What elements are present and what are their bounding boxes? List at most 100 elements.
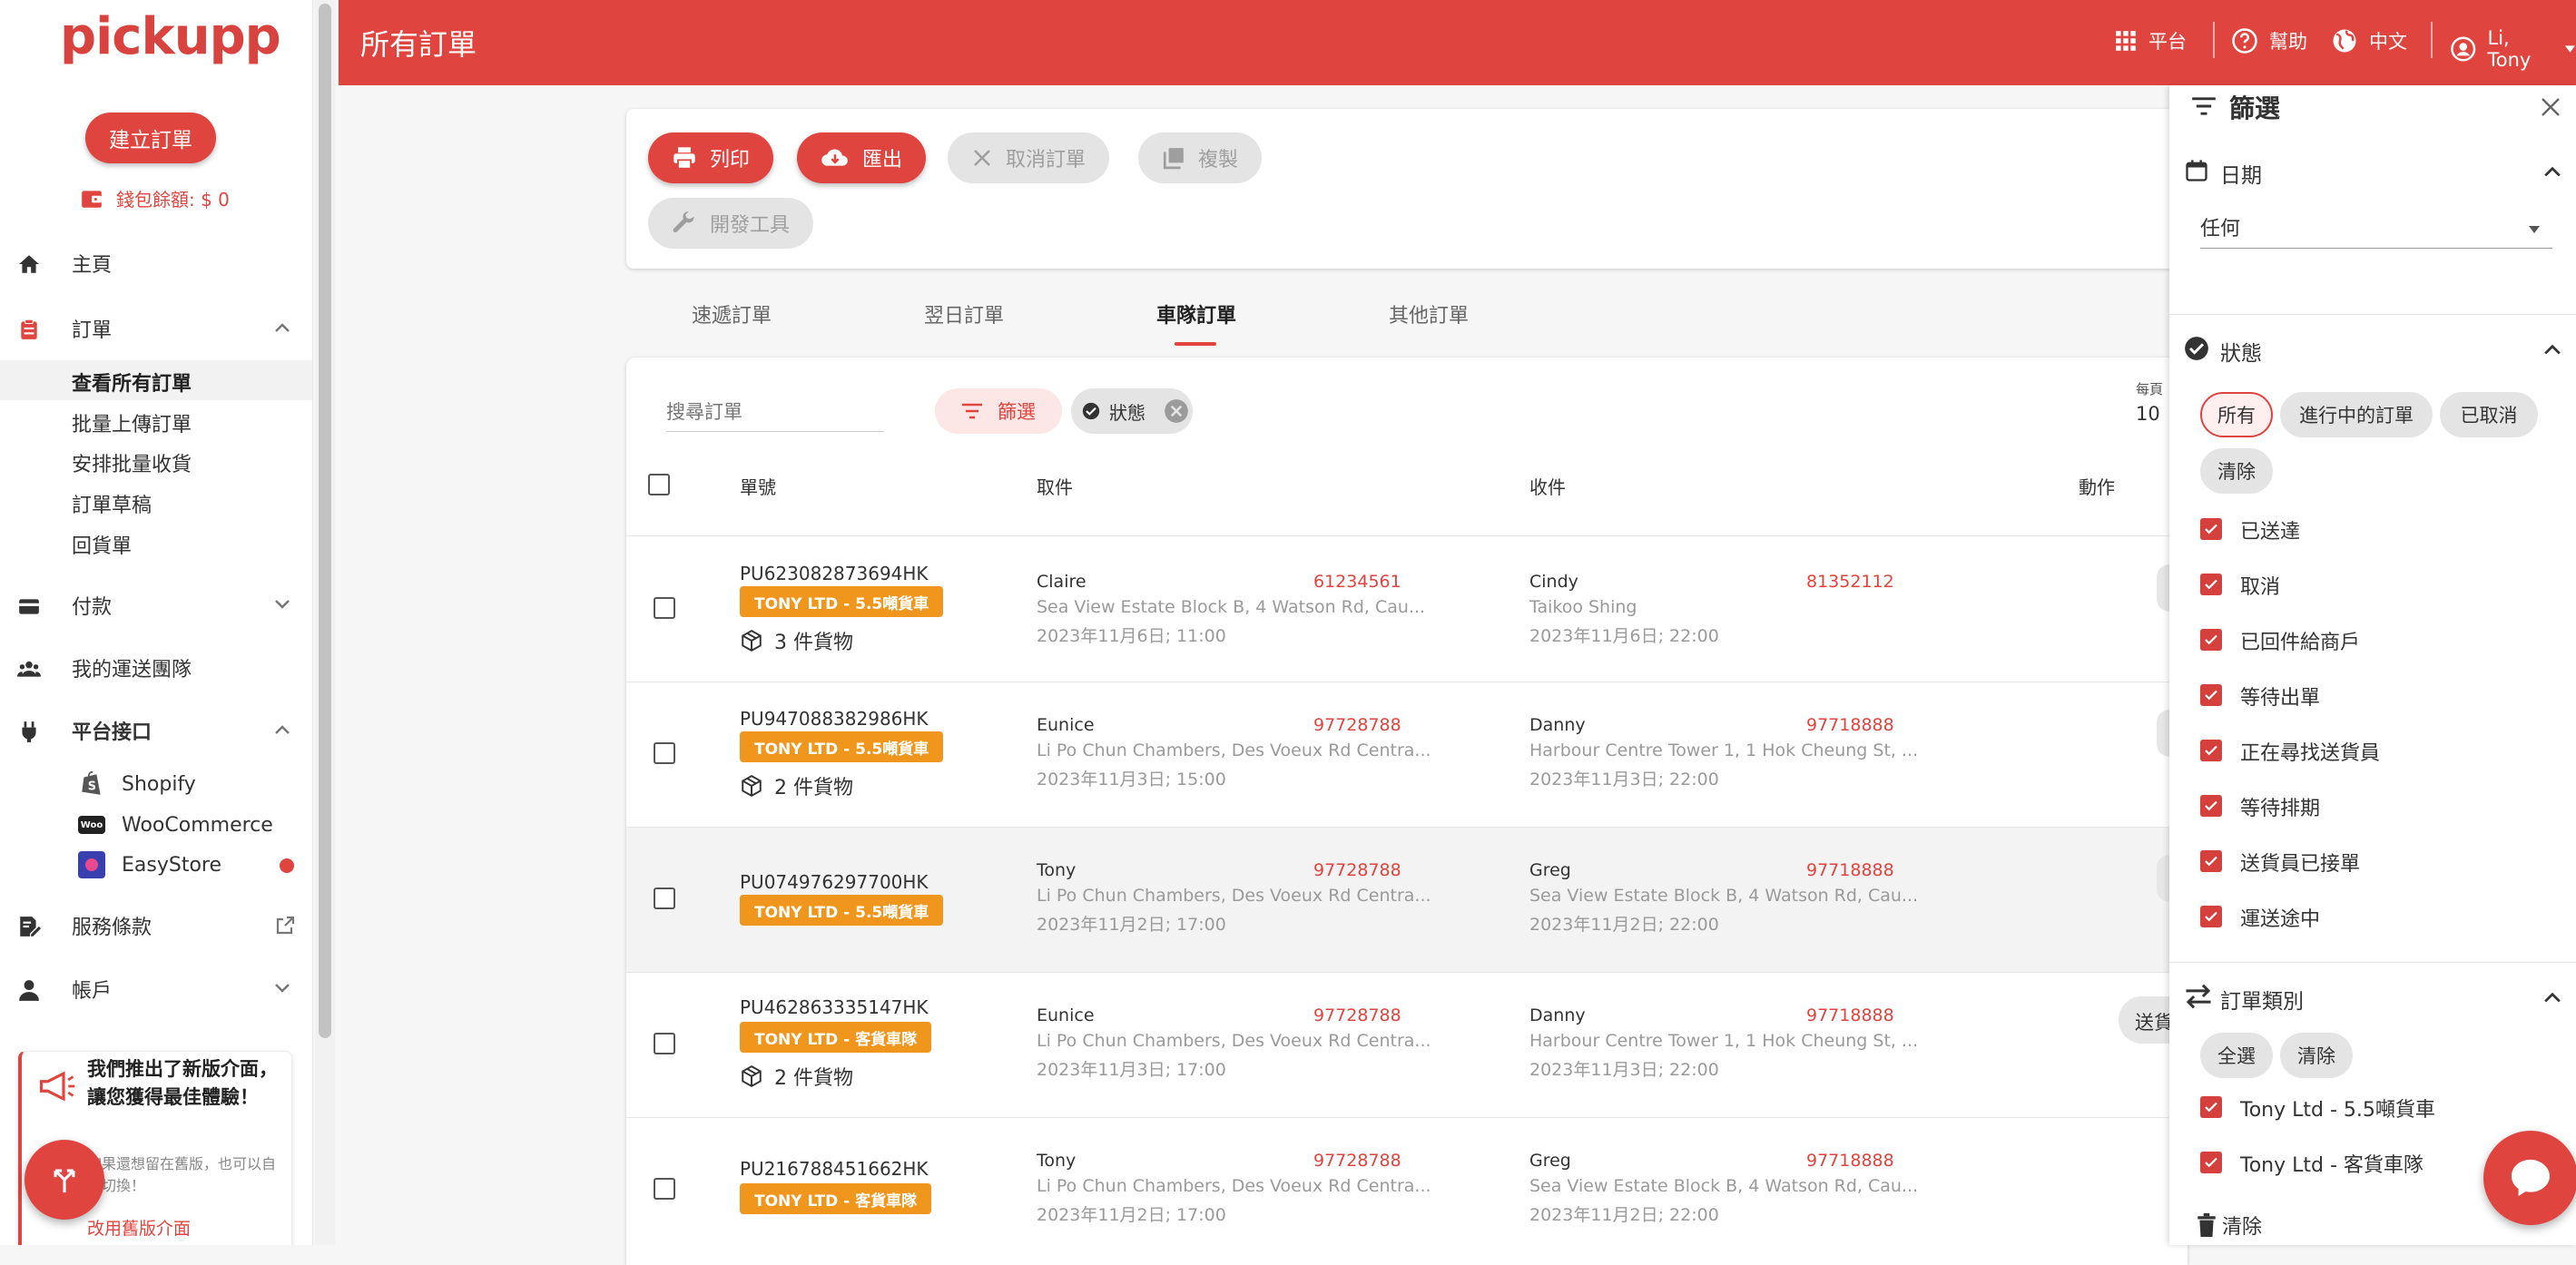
status-filter-chip[interactable]: 狀態 (1071, 388, 1193, 434)
order-id[interactable]: PU216788451662HK (740, 1158, 929, 1180)
status-label: 運送途中 (2240, 908, 2321, 931)
cancel-order-button[interactable]: 取消訂單 (948, 132, 1110, 183)
status-checkbox[interactable] (2200, 740, 2222, 761)
order-id[interactable]: PU947088382986HK (740, 708, 929, 730)
table-row[interactable]: PU623082873694HK TONY LTD - 5.5噸貨車 3 件貨物… (626, 537, 2169, 682)
home-icon (19, 255, 39, 273)
easystore-icon (78, 851, 105, 878)
row-checkbox[interactable] (654, 597, 675, 619)
package-icon (742, 775, 762, 797)
status-chip-in-progress[interactable]: 進行中的訂單 (2280, 392, 2433, 437)
status-checkbox[interactable] (2200, 850, 2222, 872)
pickup-name: Tony (1037, 860, 1077, 880)
check-icon (2205, 634, 2217, 645)
status-checkbox[interactable] (2200, 906, 2222, 927)
platform-label: 平台 (2148, 31, 2187, 53)
table-row[interactable]: PU216788451662HK TONY LTD - 客貨車隊 Tony 97… (626, 1118, 2169, 1263)
remove-chip-icon[interactable] (1164, 398, 1189, 424)
sidebar-sub-bulk-pickup[interactable]: 安排批量收貨 (72, 448, 192, 477)
row-checkbox[interactable] (654, 887, 675, 909)
order-id[interactable]: PU462863335147HK (740, 996, 929, 1018)
language-menu[interactable]: 中文 (2331, 27, 2407, 54)
filter-toggle-button[interactable]: 篩選 (935, 388, 1062, 434)
sidebar-sub-return-orders[interactable]: 回貨單 (72, 530, 132, 559)
chevron-up-icon[interactable] (2543, 991, 2561, 1004)
dropoff-time: 2023年11月3日; 22:00 (1529, 770, 1719, 789)
table-row[interactable]: PU947088382986HK TONY LTD - 5.5噸貨車 2 件貨物… (626, 682, 2169, 828)
clear-filters-button[interactable]: 清除 (2197, 1211, 2262, 1240)
pickup-name: Claire (1037, 572, 1086, 592)
check-circle-icon (1082, 402, 1100, 420)
order-id[interactable]: PU074976297700HK (740, 871, 929, 893)
type-checkbox[interactable] (2200, 1152, 2222, 1173)
print-button[interactable]: 列印 (648, 132, 774, 183)
sidebar-platform-woocommerce[interactable]: Woo WooCommerce (78, 810, 273, 839)
chat-fab[interactable] (2483, 1131, 2576, 1225)
table-row[interactable]: PU074976297700HK TONY LTD - 5.5噸貨車 Tony … (626, 828, 2169, 973)
vehicle-badge: TONY LTD - 5.5噸貨車 (740, 731, 944, 762)
sidebar-item-platform[interactable]: 平台接口 (0, 709, 312, 752)
wallet-icon (82, 190, 102, 208)
chevron-up-icon[interactable] (2543, 343, 2561, 356)
dev-tools-button[interactable]: 開發工具 (648, 198, 814, 249)
chevron-up-icon[interactable] (2543, 165, 2561, 178)
row-checkbox[interactable] (654, 742, 675, 764)
tab-express-orders[interactable]: 速遞訂單 (692, 299, 772, 329)
row-action-button[interactable] (2157, 710, 2169, 757)
create-order-button[interactable]: 建立訂單 (85, 113, 216, 163)
type-chip-clear[interactable]: 清除 (2280, 1033, 2353, 1078)
shopify-icon: S (78, 770, 105, 798)
rows-per-page-select[interactable]: 10 (2136, 403, 2160, 425)
sidebar-scrollbar-thumb[interactable] (319, 4, 331, 1038)
sidebar-item-account[interactable]: 帳戶 (0, 967, 312, 1011)
tab-next-day-orders[interactable]: 翌日訂單 (924, 299, 1004, 329)
dev-tools-label: 開發工具 (710, 214, 791, 237)
close-icon[interactable] (2540, 96, 2561, 118)
export-button[interactable]: 匯出 (797, 132, 927, 183)
pickupp-logo[interactable]: pickupp (60, 7, 281, 66)
sidebar-sub-view-all-orders[interactable]: 查看所有訂單 (72, 368, 192, 397)
row-action-button[interactable]: 送貨 (2119, 996, 2169, 1044)
table-row[interactable]: PU462863335147HK TONY LTD - 客貨車隊 2 件貨物 E… (626, 973, 2169, 1118)
date-select[interactable]: 任何 (2200, 212, 2552, 249)
sidebar-item-payment[interactable]: 付款 (0, 583, 312, 627)
platform-menu[interactable]: 平台 (2114, 27, 2187, 54)
filter-icon (962, 403, 982, 419)
sidebar-sub-bulk-upload[interactable]: 批量上傳訂單 (72, 408, 192, 437)
row-checkbox[interactable] (654, 1033, 675, 1054)
status-checkbox[interactable] (2200, 629, 2222, 651)
status-checkbox[interactable] (2200, 795, 2222, 817)
type-chip-select-all[interactable]: 全選 (2200, 1033, 2273, 1078)
dropoff-name: Danny (1529, 715, 1586, 735)
status-chip-cancelled[interactable]: 已取消 (2440, 392, 2538, 437)
search-orders-input[interactable] (666, 392, 884, 432)
tab-other-orders[interactable]: 其他訂單 (1389, 299, 1469, 329)
promo-switch-link[interactable]: 改用舊版介面 (87, 1215, 191, 1240)
copy-button[interactable]: 複製 (1138, 132, 1263, 183)
user-menu[interactable]: Li, Tony (2450, 27, 2576, 71)
sidebar-platform-shopify[interactable]: S Shopify (78, 770, 196, 799)
select-all-checkbox[interactable] (648, 474, 670, 495)
status-checkbox[interactable] (2200, 518, 2222, 540)
sidebar-item-orders[interactable]: 訂單 (0, 307, 312, 350)
status-chip-all[interactable]: 所有 (2200, 392, 2273, 437)
row-action-button[interactable] (2157, 855, 2169, 902)
wallet-balance[interactable]: 錢包餘額: $ 0 (80, 185, 230, 211)
type-checkbox[interactable] (2200, 1096, 2222, 1118)
sidebar-platform-easystore[interactable]: EasyStore (78, 850, 221, 879)
status-section-title: 狀態 (2220, 342, 2262, 366)
sidebar-item-terms[interactable]: 服務條款 (0, 904, 312, 947)
order-id[interactable]: PU623082873694HK (740, 563, 929, 584)
sidebar-item-home[interactable]: 主頁 (0, 241, 312, 285)
sidebar-sub-drafts[interactable]: 訂單草稿 (72, 489, 152, 518)
sidebar-item-team[interactable]: 我的運送團隊 (0, 646, 312, 690)
tab-fleet-orders[interactable]: 車隊訂單 (1156, 299, 1236, 329)
row-action-button[interactable] (2157, 564, 2169, 612)
status-checkbox[interactable] (2200, 574, 2222, 595)
status-checkbox[interactable] (2200, 684, 2222, 706)
status-chip-clear[interactable]: 清除 (2200, 448, 2273, 494)
row-checkbox[interactable] (654, 1178, 675, 1200)
help-menu[interactable]: 幫助 (2231, 27, 2307, 54)
check-icon (2205, 690, 2217, 701)
version-switch-fab[interactable] (25, 1140, 104, 1220)
